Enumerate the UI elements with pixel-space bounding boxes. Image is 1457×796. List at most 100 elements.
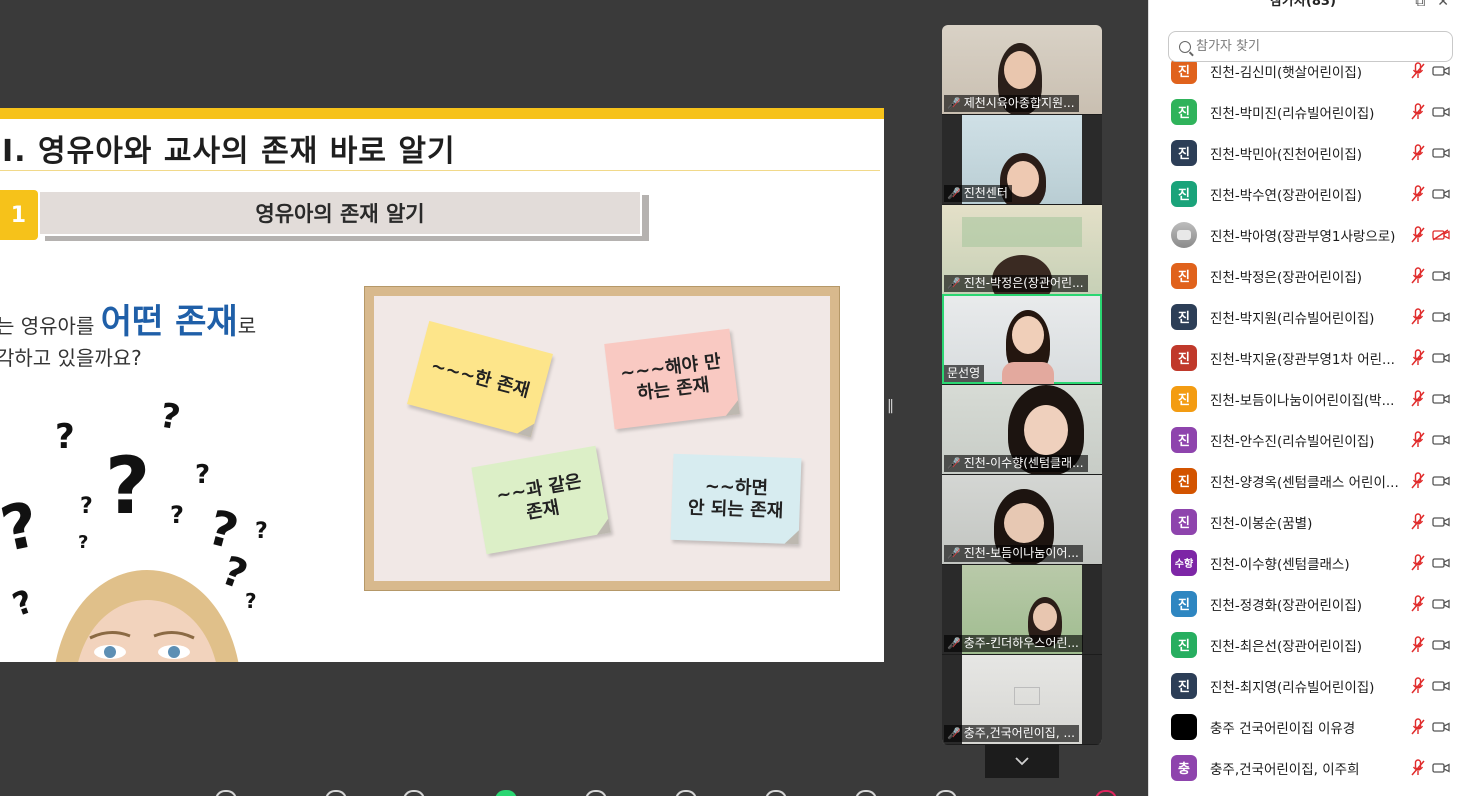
camera-icon[interactable] [1432, 598, 1450, 610]
apps-icon[interactable] [765, 790, 787, 796]
camera-icon[interactable] [1432, 65, 1450, 77]
camera-icon[interactable] [1432, 352, 1450, 364]
video-tile[interactable]: 🎤̸ 진천-이수향(센텀클래... [942, 385, 1102, 474]
avatar: 진 [1171, 344, 1197, 371]
video-tile[interactable]: 🎤̸ 진천센터 [942, 115, 1102, 204]
participant-row[interactable]: 진 진천-최지영(리슈빌어린이집) [1149, 665, 1457, 706]
mic-muted-icon[interactable] [1411, 553, 1425, 572]
mic-muted-icon[interactable] [1411, 184, 1425, 203]
camera-off-icon[interactable] [1432, 228, 1450, 241]
participant-name: 충주,건국어린이집, 이주희 [1210, 761, 1360, 778]
svg-text:?: ? [170, 501, 184, 529]
sticky-note-4: ~~하면 안 되는 존재 [670, 453, 802, 545]
mic-muted-icon[interactable] [1411, 266, 1425, 285]
mic-muted-icon[interactable] [1411, 758, 1425, 777]
camera-icon[interactable] [1432, 475, 1450, 487]
tile-name-text: 제천시육아종합지원... [963, 96, 1075, 110]
camera-icon[interactable] [1432, 393, 1450, 405]
more-icon[interactable] [935, 790, 957, 796]
record-icon[interactable] [585, 790, 607, 796]
participant-row[interactable]: 진 진천-양경옥(센텀클래스 어린이... [1149, 460, 1457, 501]
participant-name: 진천-박민아(진천어린이집) [1210, 146, 1363, 163]
avatar: 진 [1171, 139, 1197, 166]
camera-icon[interactable] [1432, 434, 1450, 446]
mic-muted-icon[interactable] [1411, 635, 1425, 654]
popout-icon[interactable]: ⧉ [1415, 0, 1425, 10]
slide-title: Ⅰ. 영유아와 교사의 존재 바로 알기 [2, 134, 456, 169]
search-input[interactable] [1196, 39, 1436, 54]
participant-row[interactable]: 진 진천-박수연(장관어린이집) [1149, 173, 1457, 214]
participant-row[interactable]: 진 진천-박지원(리슈빌어린이집) [1149, 296, 1457, 337]
video-tile[interactable]: 🎤̸ 진천-박정은(장관어린... [942, 205, 1102, 294]
camera-icon[interactable] [1432, 188, 1450, 200]
camera-icon[interactable] [1432, 516, 1450, 528]
mic-muted-icon[interactable] [1411, 102, 1425, 121]
avatar: 수향 [1171, 549, 1197, 576]
reactions-icon[interactable] [675, 790, 697, 796]
chevron-down-icon[interactable] [985, 745, 1059, 778]
participant-row[interactable]: 진 진천-보듬이나눔이어린이집(박... [1149, 378, 1457, 419]
mic-muted-icon[interactable] [1411, 143, 1425, 162]
end-icon[interactable] [1095, 790, 1117, 796]
mic-muted-icon[interactable] [1411, 471, 1425, 490]
avatar: 진 [1171, 467, 1197, 494]
mic-muted-icon[interactable] [1411, 594, 1425, 613]
mic-muted-icon[interactable] [1411, 717, 1425, 736]
mic-muted-icon[interactable] [1411, 430, 1425, 449]
section-title-bar: 영유아의 존재 알기 [38, 190, 642, 236]
mic-muted-icon[interactable] [1411, 225, 1425, 244]
mic-muted-icon[interactable] [1411, 348, 1425, 367]
mic-muted-icon: 🎤̸ [947, 187, 961, 200]
camera-icon[interactable] [1432, 311, 1450, 323]
bottom-toolbar [0, 782, 1148, 796]
participant-row[interactable]: 진 진천-최은선(장관어린이집) [1149, 624, 1457, 665]
resize-handle-icon[interactable]: ‖ [887, 398, 894, 424]
avatar: 진 [1171, 262, 1197, 289]
security-icon[interactable] [215, 790, 237, 796]
participant-row[interactable]: 진 진천-박지윤(장관부영1차 어린... [1149, 337, 1457, 378]
mic-muted-icon[interactable] [1411, 61, 1425, 80]
video-strip: 🎤̸ 제천시육아종합지원... 🎤̸ 진천센터 🎤̸ 진천-박정은(장관어린... 문… [942, 25, 1102, 745]
participant-row[interactable]: 진 진천-박정은(장관어린이집) [1149, 255, 1457, 296]
participant-row[interactable]: 진 진천-이봉순(꿈별) [1149, 501, 1457, 542]
camera-icon[interactable] [1432, 147, 1450, 159]
participant-row[interactable]: 진 진천-박미진(리슈빌어린이집) [1149, 91, 1457, 132]
camera-icon[interactable] [1432, 762, 1450, 774]
tile-name-text: 문선영 [947, 366, 981, 380]
mic-muted-icon[interactable] [1411, 307, 1425, 326]
mic-muted-icon: 🎤̸ [947, 97, 961, 110]
participant-row[interactable]: 진 진천-박민아(진천어린이집) [1149, 132, 1457, 173]
video-tile[interactable]: 🎤̸ 제천시육아종합지원... [942, 25, 1102, 114]
camera-icon[interactable] [1432, 557, 1450, 569]
participant-row[interactable]: 수향 진천-이수향(센텀클래스) [1149, 542, 1457, 583]
camera-icon[interactable] [1432, 270, 1450, 282]
participant-name: 진천-정경화(장관어린이집) [1210, 597, 1363, 614]
participant-name: 진천-이수향(센텀클래스) [1210, 556, 1350, 573]
participant-row[interactable]: 진 진천-정경화(장관어린이집) [1149, 583, 1457, 624]
participants-icon[interactable] [325, 790, 347, 796]
close-icon[interactable]: ✕ [1437, 0, 1449, 10]
participant-row[interactable]: 충 충주,건국어린이집, 이주희 [1149, 747, 1457, 788]
chat-icon[interactable] [403, 790, 425, 796]
camera-icon[interactable] [1432, 680, 1450, 692]
participant-row[interactable]: 진천-박아영(장관부영1사랑으로) [1149, 214, 1457, 255]
mic-muted-icon: 🎤̸ [947, 637, 961, 650]
mic-muted-icon: 🎤̸ [947, 277, 961, 290]
video-tile[interactable]: 🎤̸ 충주,건국어린이집, ... [942, 655, 1102, 744]
camera-icon[interactable] [1432, 639, 1450, 651]
participant-search[interactable] [1168, 31, 1453, 62]
video-tile-name: 🎤̸ 진천-보듬이나눔이어... [944, 545, 1083, 562]
mic-muted-icon[interactable] [1411, 676, 1425, 695]
video-tile-active-speaker[interactable]: 문선영 [942, 294, 1102, 384]
share-screen-icon[interactable] [495, 790, 517, 796]
mic-muted-icon[interactable] [1411, 512, 1425, 531]
svg-text:?: ? [8, 582, 38, 624]
participant-row[interactable]: 진 진천-안수진(리슈빌어린이집) [1149, 419, 1457, 460]
camera-icon[interactable] [1432, 721, 1450, 733]
mic-muted-icon[interactable] [1411, 389, 1425, 408]
participant-row[interactable]: 충주 건국어린이집 이유경 [1149, 706, 1457, 747]
whiteboard-icon[interactable] [855, 790, 877, 796]
video-tile[interactable]: 🎤̸ 충주-킨더하우스어린... [942, 565, 1102, 654]
video-tile[interactable]: 🎤̸ 진천-보듬이나눔이어... [942, 475, 1102, 564]
camera-icon[interactable] [1432, 106, 1450, 118]
